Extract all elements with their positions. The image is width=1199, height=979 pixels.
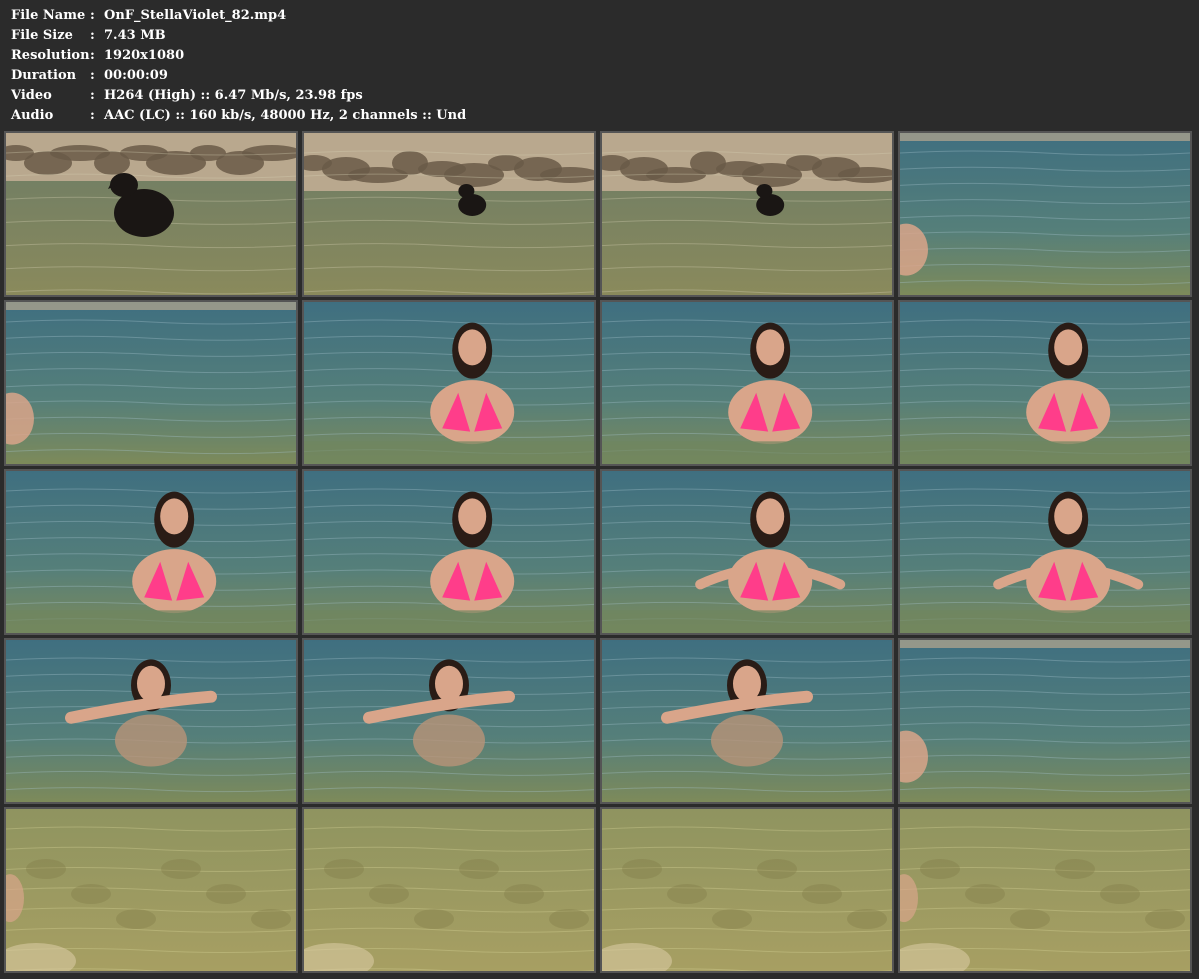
video-thumbnail: [898, 131, 1192, 297]
video-thumbnail: [898, 638, 1192, 804]
video-thumbnail: [600, 300, 894, 466]
info-row: Audio: AAC (LC) :: 160 kb/s, 48000 Hz, 2 …: [11, 106, 466, 126]
video-thumbnail: [600, 807, 894, 973]
info-value: OnF_StellaViolet_82.mp4: [104, 8, 287, 23]
info-separator: :: [90, 28, 95, 43]
video-thumbnail: [302, 638, 596, 804]
info-separator: :: [90, 48, 95, 63]
info-separator: :: [90, 108, 95, 123]
info-key: Duration: [11, 68, 77, 83]
video-thumbnail: [302, 300, 596, 466]
video-thumbnail: [898, 469, 1192, 635]
info-key: Audio: [11, 108, 54, 123]
video-thumbnail: [302, 131, 596, 297]
file-info-panel: File Name: OnF_StellaViolet_82.mp4 File Si…: [11, 6, 466, 126]
info-separator: :: [90, 88, 95, 103]
info-key: Video: [11, 88, 52, 103]
video-thumbnail: [302, 469, 596, 635]
info-separator: :: [90, 68, 95, 83]
video-thumbnail: [4, 131, 298, 297]
video-thumbnail: [4, 469, 298, 635]
info-row: File Name: OnF_StellaViolet_82.mp4: [11, 6, 466, 26]
video-thumbnail: [898, 300, 1192, 466]
video-thumbnail: [4, 638, 298, 804]
video-thumbnail: [4, 807, 298, 973]
info-row: Resolution: 1920x1080: [11, 46, 466, 66]
info-key: File Size: [11, 28, 73, 43]
info-value: 00:00:09: [104, 68, 168, 83]
info-row: File Size:7.43 MB: [11, 26, 466, 46]
info-value: 1920x1080: [104, 48, 185, 63]
info-value: 7.43 MB: [104, 28, 166, 43]
info-separator: :: [90, 8, 95, 23]
video-thumbnail: [302, 807, 596, 973]
video-thumbnail: [898, 807, 1192, 973]
info-key: Resolution: [11, 48, 90, 63]
video-thumbnail: [4, 300, 298, 466]
info-row: Duration:00:00:09: [11, 66, 466, 86]
info-key: File Name: [11, 8, 86, 23]
thumbnail-grid: [4, 131, 1192, 973]
info-value: H264 (High) :: 6.47 Mb/s, 23.98 fps: [104, 88, 363, 103]
video-thumbnail: [600, 638, 894, 804]
info-row: Video: H264 (High) :: 6.47 Mb/s, 23.98 fp…: [11, 86, 466, 106]
video-thumbnail: [600, 131, 894, 297]
video-thumbnail: [600, 469, 894, 635]
info-value: AAC (LC) :: 160 kb/s, 48000 Hz, 2 channe…: [104, 108, 467, 123]
